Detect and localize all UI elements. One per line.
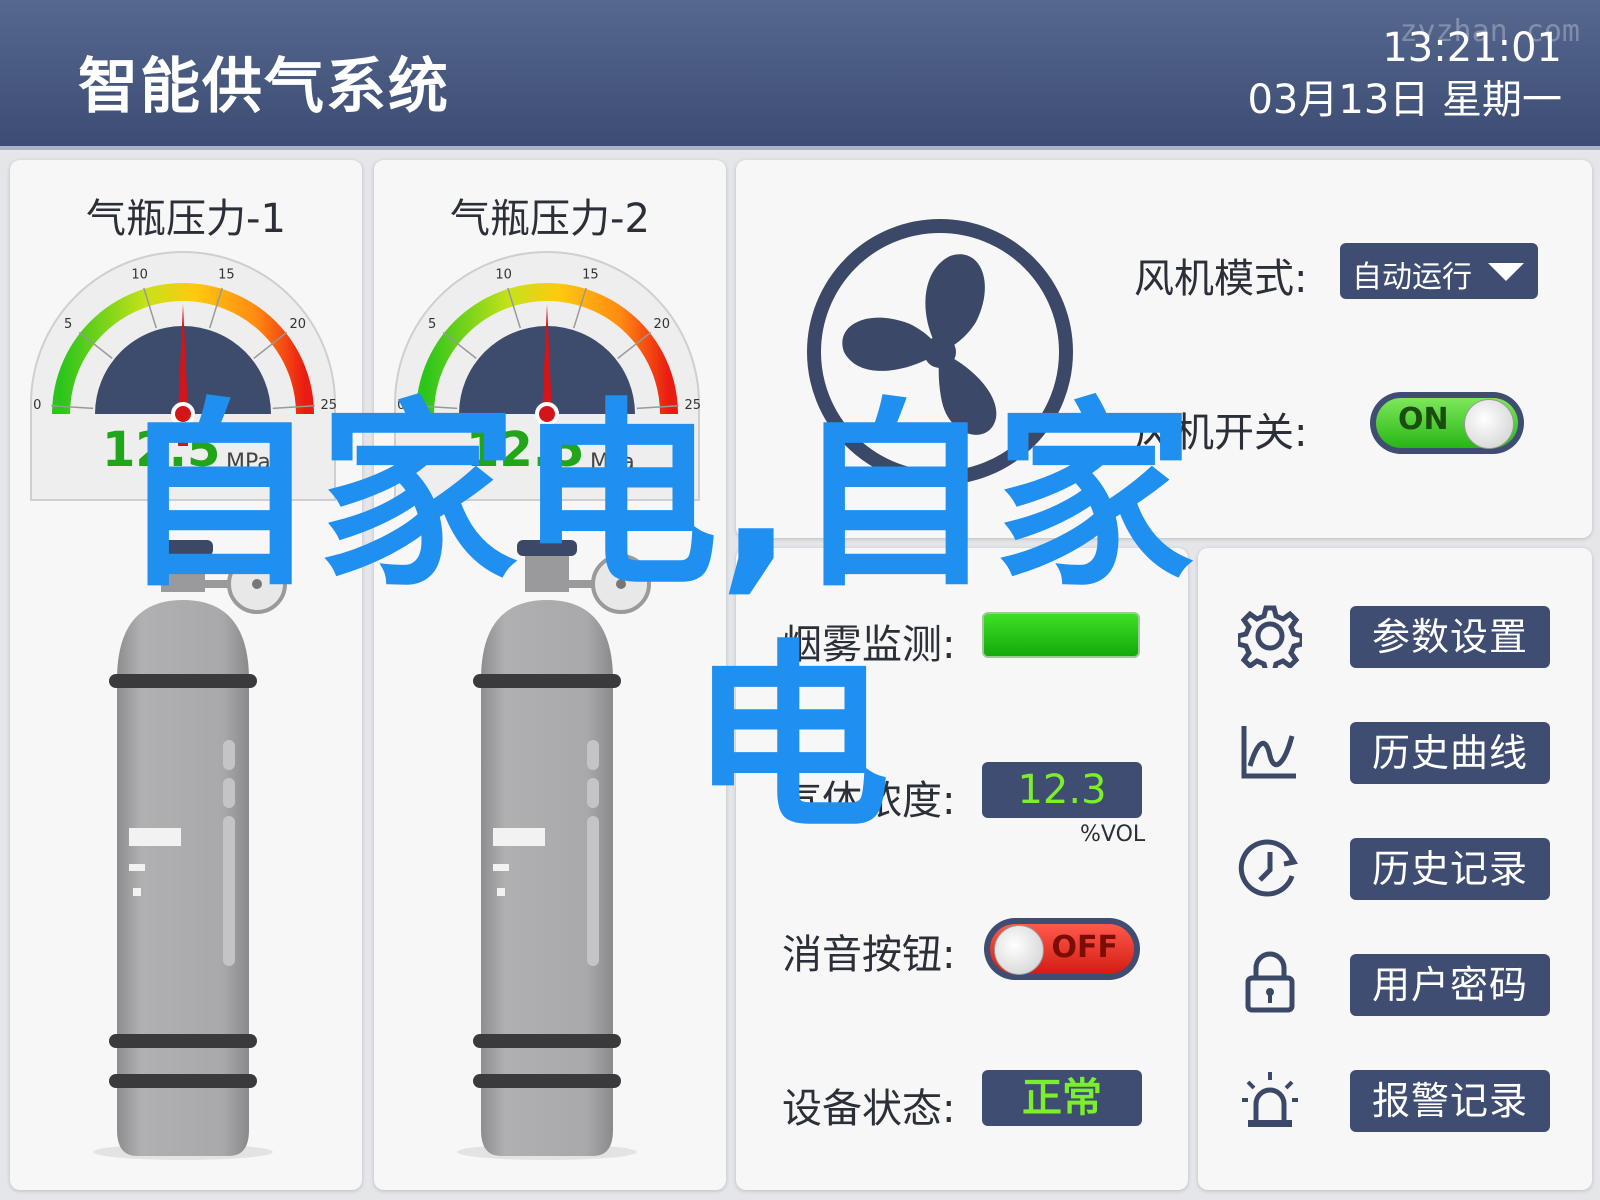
- gauge-title-1: 气瓶压力-1: [86, 196, 286, 242]
- clock-date: 03月13日 星期一: [1247, 77, 1562, 123]
- menu-button-settings[interactable]: 参数设置: [1350, 606, 1550, 668]
- menu-button-user-password[interactable]: 用户密码: [1350, 954, 1550, 1016]
- gauge-title-2: 气瓶压力-2: [450, 196, 650, 242]
- mute-label: 消音按钮:: [782, 932, 956, 978]
- fan-mode-dropdown[interactable]: 自动运行: [1340, 243, 1538, 299]
- menu-button-alarm-record[interactable]: 报警记录: [1350, 1070, 1550, 1132]
- clock-time: 13:21:01: [1382, 25, 1562, 71]
- concentration-value: 12.3: [982, 762, 1142, 818]
- alarm-icon: [1242, 1072, 1298, 1127]
- toggle-knob: [1464, 399, 1514, 449]
- smoke-indicator: [982, 612, 1140, 658]
- fan-switch-toggle[interactable]: ON: [1370, 392, 1524, 454]
- concentration-unit: %VOL: [1080, 822, 1146, 847]
- menu-button-history-curve[interactable]: 历史曲线: [1350, 722, 1550, 784]
- cylinder-panel-1: 气瓶压力-1: [10, 160, 362, 1190]
- chart-icon: [1241, 726, 1296, 779]
- mute-toggle[interactable]: OFF: [984, 918, 1140, 980]
- lock-icon: [1245, 951, 1295, 1013]
- app-header: 智能供气系统 zyzhan.com 13:21:01 03月13日 星期一: [0, 0, 1600, 150]
- clock: 13:21:01 03月13日 星期一: [1247, 22, 1562, 126]
- overlay-watermark-line1: 自家电,自家: [118, 381, 1194, 614]
- status-label: 设备状态:: [782, 1086, 956, 1132]
- clock-history-icon: [1238, 839, 1298, 897]
- fan-mode-value: 自动运行: [1352, 260, 1472, 295]
- cylinder-panel-2: 气瓶压力-2: [374, 160, 726, 1190]
- mute-state: OFF: [1051, 930, 1119, 965]
- menu-button-history-record[interactable]: 历史记录: [1350, 838, 1550, 900]
- gear-icon: [1238, 605, 1302, 668]
- chevron-down-icon: [1488, 263, 1524, 281]
- status-value: 正常: [982, 1070, 1142, 1126]
- overlay-watermark-line2: 电: [690, 623, 891, 856]
- fan-switch-state: ON: [1398, 402, 1449, 437]
- app-title: 智能供气系统: [78, 52, 450, 122]
- fan-mode-label: 风机模式:: [1134, 256, 1308, 302]
- toggle-knob: [994, 925, 1044, 975]
